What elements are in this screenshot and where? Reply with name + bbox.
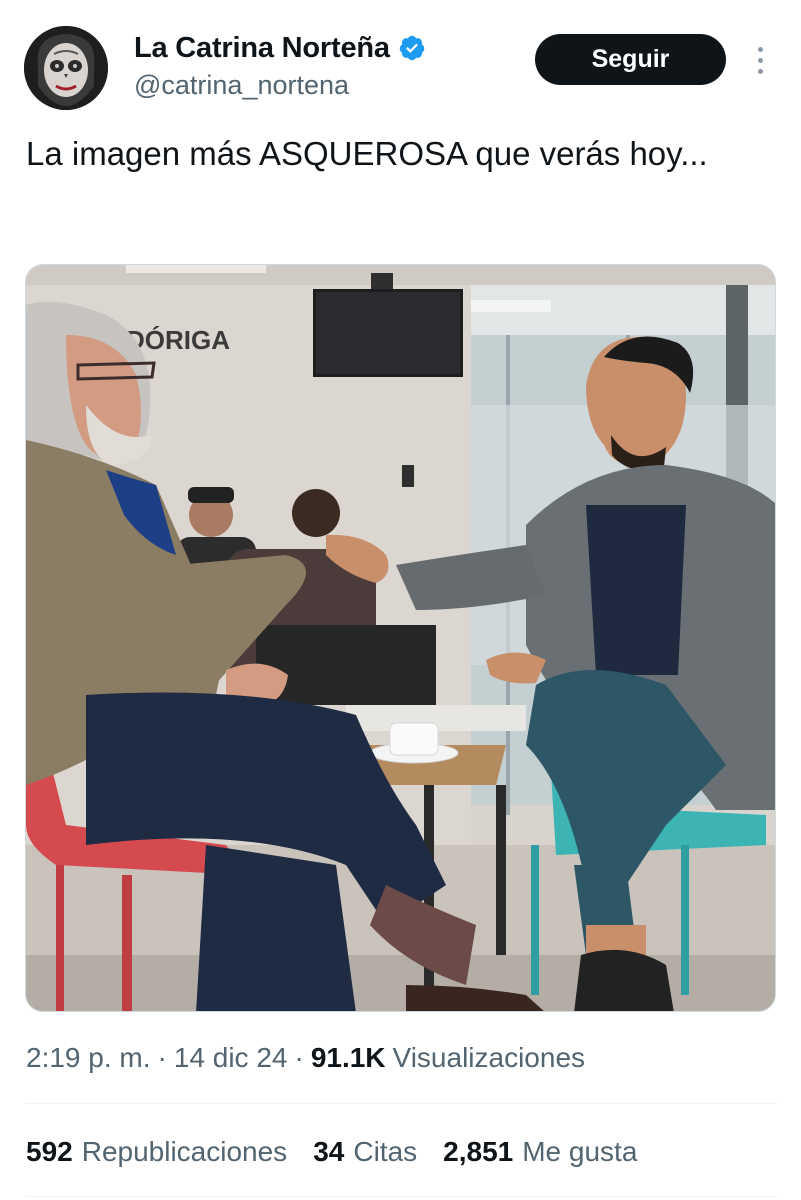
engagement-stats: 592 Republicaciones 34 Citas 2,851 Me gu…	[26, 1136, 663, 1168]
wall-sign-text: DÓRIGA	[126, 325, 230, 355]
tweet-text: La imagen más ASQUEROSA que verás hoy...	[26, 135, 708, 172]
stat-likes[interactable]: 2,851 Me gusta	[443, 1136, 637, 1168]
meta-separator: ·	[294, 1042, 304, 1073]
reposts-count: 592	[26, 1136, 73, 1167]
more-dot	[757, 57, 763, 63]
meta-separator: ·	[157, 1042, 167, 1073]
follow-button[interactable]: Seguir	[535, 34, 726, 85]
tweet-header: La Catrina Norteña @catrina_nortena Segu…	[0, 0, 801, 120]
avatar[interactable]	[24, 26, 108, 110]
quotes-count: 34	[313, 1136, 345, 1167]
likes-label: Me gusta	[522, 1136, 638, 1167]
more-dot	[757, 46, 763, 52]
reposts-label: Republicaciones	[81, 1136, 288, 1167]
tweet-time[interactable]: 2:19 p. m.	[26, 1042, 151, 1074]
tweet-meta: 2:19 p. m. · 14 dic 24 · 91.1K Visualiza…	[26, 1042, 585, 1074]
display-name[interactable]: La Catrina Norteña	[134, 32, 390, 65]
tweet-date[interactable]: 14 dic 24	[174, 1042, 288, 1074]
tweet-media-photo[interactable]: DÓRIGA	[25, 264, 776, 1012]
divider	[26, 1196, 777, 1197]
more-vertical-icon[interactable]	[748, 40, 772, 80]
likes-count: 2,851	[443, 1136, 514, 1167]
user-handle[interactable]: @catrina_nortena	[134, 70, 349, 101]
more-dot	[757, 68, 763, 74]
quotes-label: Citas	[353, 1136, 418, 1167]
stat-quotes[interactable]: 34 Citas	[313, 1136, 417, 1168]
views-label: Visualizaciones	[392, 1042, 586, 1073]
name-row: La Catrina Norteña	[134, 30, 426, 66]
views-count: 91.1K	[310, 1042, 386, 1073]
verified-badge-icon	[399, 35, 425, 61]
divider	[26, 1103, 777, 1104]
stat-reposts[interactable]: 592 Republicaciones	[26, 1136, 287, 1168]
